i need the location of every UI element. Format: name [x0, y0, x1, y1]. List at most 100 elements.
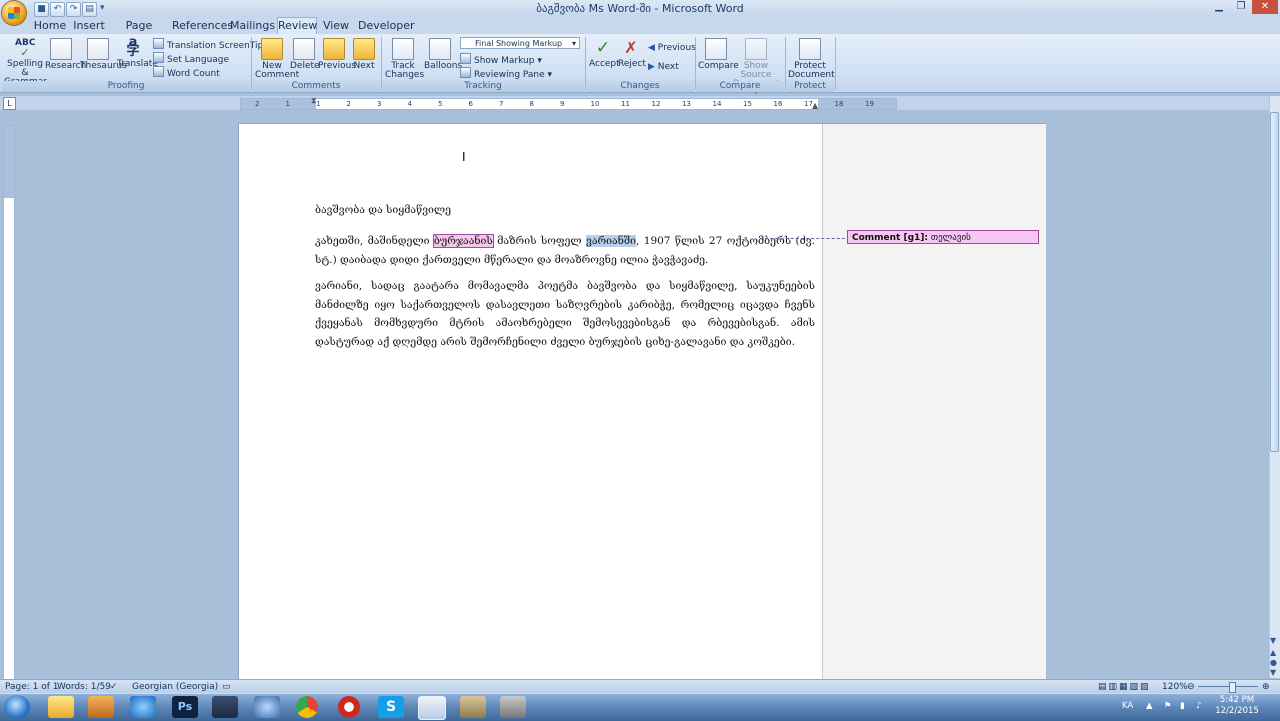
- status-bar: Page: 1 of 1 Words: 1/59 ✓ Georgian (Geo…: [0, 679, 1280, 694]
- next-comment-icon: [353, 38, 375, 60]
- next-change-button[interactable]: ▶ Next: [648, 62, 679, 73]
- language-status[interactable]: Georgian (Georgia): [132, 680, 218, 694]
- show-hidden-icons-icon[interactable]: ▲: [1146, 701, 1153, 711]
- network-icon[interactable]: [254, 696, 280, 718]
- window-title: ბაგშვობა Ms Word-ში - Microsoft Word: [536, 2, 744, 15]
- document-heading[interactable]: ბავშვობა და სიყმაწვილე: [315, 204, 451, 216]
- word-count[interactable]: Words: 1/59: [57, 680, 111, 694]
- next-comment-button[interactable]: Next: [352, 38, 376, 71]
- previous-change-button[interactable]: ◀ Previous: [648, 43, 696, 54]
- ruler-right-margin: [818, 99, 896, 109]
- research-icon: [50, 38, 72, 60]
- thesaurus-button[interactable]: Thesaurus: [80, 38, 127, 71]
- commented-text[interactable]: ბურჯაანის: [432, 234, 494, 248]
- tab-references[interactable]: References: [172, 18, 233, 34]
- tab-mailings[interactable]: Mailings: [230, 18, 275, 34]
- vertical-ruler[interactable]: [3, 125, 15, 682]
- balloons-icon: [429, 38, 451, 60]
- opera-icon[interactable]: [338, 696, 360, 718]
- spelling-grammar-button[interactable]: ABC✓ Spelling & Grammar: [4, 38, 47, 87]
- scroll-down-icon[interactable]: ▼: [1270, 636, 1276, 645]
- right-indent-marker-icon[interactable]: ▲: [812, 101, 818, 110]
- show-markup-icon: [460, 53, 471, 64]
- word-count-button[interactable]: Word Count: [153, 66, 220, 79]
- accept-button[interactable]: ✓ Accept: [589, 38, 620, 69]
- volume-icon[interactable]: ♪: [1196, 701, 1201, 711]
- network-tray-icon[interactable]: ▮: [1180, 701, 1185, 711]
- group-label-tracking: Tracking: [382, 81, 584, 92]
- proofing-status-icon[interactable]: ✓: [110, 680, 118, 694]
- tab-insert[interactable]: Insert: [72, 18, 106, 34]
- media-player-icon[interactable]: [88, 696, 114, 718]
- tab-page-layout[interactable]: Page Layout: [112, 18, 166, 48]
- balloons-button[interactable]: Balloons: [424, 38, 462, 71]
- ruler-tick-label: 15: [743, 100, 752, 108]
- delete-comment-button[interactable]: Delete: [290, 38, 320, 71]
- new-comment-button[interactable]: New Comment: [255, 38, 299, 80]
- app-icon[interactable]: [460, 696, 486, 718]
- tool-icon[interactable]: [500, 696, 526, 718]
- previous-comment-button[interactable]: Previous: [318, 38, 356, 71]
- language-icon: [153, 52, 164, 63]
- zoom-slider-thumb[interactable]: [1229, 682, 1236, 693]
- zoom-slider[interactable]: [1198, 686, 1258, 687]
- translation-screentip-button[interactable]: Translation ScreenTip ▾: [153, 38, 271, 51]
- markup-area: [822, 124, 1046, 684]
- zoom-level[interactable]: 120%: [1162, 680, 1188, 694]
- page-count[interactable]: Page: 1 of 1: [5, 680, 59, 694]
- book-icon: [87, 38, 109, 60]
- reject-button[interactable]: ✗ Reject: [618, 38, 646, 69]
- clock-time[interactable]: 5:42 PM: [1212, 695, 1262, 705]
- tab-home[interactable]: Home: [33, 18, 67, 34]
- scrollbar-thumb[interactable]: [1270, 112, 1279, 452]
- previous-page-icon[interactable]: ▲: [1270, 648, 1276, 657]
- photoshop-icon[interactable]: Ps: [172, 696, 198, 718]
- zoom-out-icon[interactable]: ⊖: [1187, 680, 1195, 694]
- comment-balloon[interactable]: Comment [g1]: თელავის: [847, 230, 1039, 244]
- text-cursor-icon: I: [462, 150, 466, 164]
- group-label-compare: Compare: [696, 81, 784, 92]
- start-button[interactable]: [4, 695, 30, 719]
- horizontal-ruler[interactable]: 2 1 1 2 3 4 5 6 7 8 9 10 11 12 13 14 15 16 17 18 19: [240, 98, 897, 110]
- tab-developer[interactable]: Developer: [358, 18, 415, 34]
- research-button[interactable]: Research: [45, 38, 86, 71]
- select-browse-object-icon[interactable]: ●: [1270, 658, 1277, 667]
- compare-icon: [705, 38, 727, 60]
- explorer-icon[interactable]: [48, 696, 74, 718]
- input-language[interactable]: KA: [1122, 701, 1133, 711]
- clock-date[interactable]: 12/2/2015: [1212, 706, 1262, 716]
- film-icon[interactable]: [212, 696, 238, 718]
- system-tray: KA ▲ ⚑ ▮ ♪ 5:42 PM 12/2/2015: [1120, 693, 1280, 720]
- word-taskbar-icon[interactable]: [418, 696, 446, 720]
- minimize-button[interactable]: ▁: [1208, 0, 1230, 14]
- translate-button[interactable]: a字 Translate: [117, 36, 158, 69]
- indent-marker-icon[interactable]: ⧗: [311, 96, 317, 106]
- flag-icon[interactable]: ⚑: [1164, 701, 1172, 711]
- selected-text[interactable]: ვარიანში: [586, 235, 636, 247]
- ruler-tick-label: 6: [468, 100, 473, 108]
- display-for-review-select[interactable]: Final Showing Markup ▾: [460, 37, 580, 49]
- show-markup-button[interactable]: Show Markup ▾: [460, 53, 542, 66]
- document-paragraph-1[interactable]: კახეთში, მაშინდელი ბურჯაანის მაზრის სოფე…: [315, 232, 815, 270]
- tab-view[interactable]: View: [322, 18, 350, 34]
- zoom-in-icon[interactable]: ⊕: [1262, 680, 1270, 694]
- next-page-icon[interactable]: ▼: [1270, 668, 1276, 677]
- maximize-button[interactable]: ❐: [1230, 0, 1252, 14]
- group-label-protect: Protect: [786, 81, 834, 92]
- chrome-icon[interactable]: [296, 696, 318, 718]
- document-paragraph-2[interactable]: ვარიანი, სადაც გაატარა მომავალმა პოეტმა …: [315, 277, 815, 351]
- ruler-tick-label: 16: [773, 100, 783, 108]
- ruler-tick-label: 3: [377, 100, 382, 108]
- office-button[interactable]: [2, 1, 26, 25]
- tab-selector[interactable]: L: [3, 97, 16, 110]
- reviewing-pane-button[interactable]: Reviewing Pane ▾: [460, 67, 552, 80]
- previous-comment-icon: [323, 38, 345, 60]
- view-buttons-icon[interactable]: ▤▥▦▧▨: [1098, 680, 1151, 694]
- ie-icon[interactable]: [130, 696, 156, 718]
- close-button[interactable]: ✕: [1252, 0, 1278, 14]
- set-language-button[interactable]: Set Language: [153, 52, 229, 65]
- compare-button[interactable]: Compare: [698, 38, 739, 71]
- macro-record-icon[interactable]: ▭: [222, 680, 231, 694]
- tab-review[interactable]: Review: [277, 17, 317, 35]
- skype-icon[interactable]: S: [378, 696, 404, 718]
